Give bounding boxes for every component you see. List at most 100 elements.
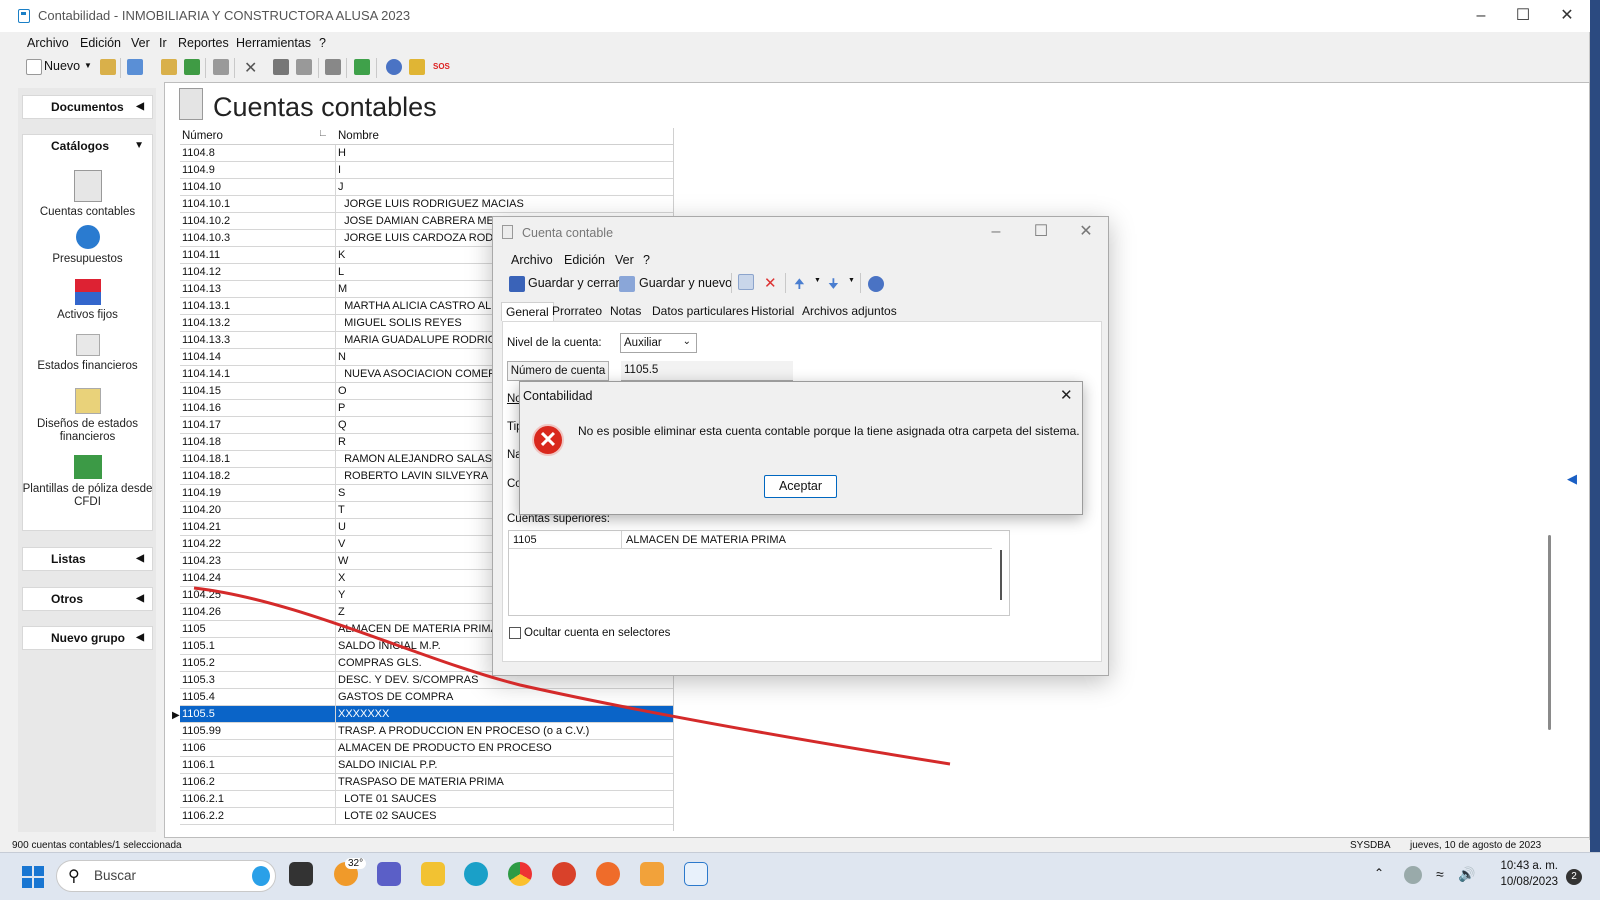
app-red-icon[interactable] (552, 862, 576, 886)
refresh-icon[interactable] (354, 59, 370, 75)
table-row[interactable]: 1105.4 GASTOS DE COMPRA (180, 689, 674, 706)
file-explorer-icon[interactable] (421, 862, 445, 886)
catalog-item-estados[interactable]: Estados financieros (22, 334, 153, 373)
nav-group-otros[interactable]: Otros ◀ (22, 587, 153, 611)
menu-ver[interactable]: Ver (131, 36, 150, 50)
table-row[interactable]: 1104.9 I (180, 162, 674, 179)
edit-icon[interactable] (738, 274, 754, 290)
column-header-nombre[interactable]: Nombre (338, 130, 668, 142)
dialog-minimize-icon[interactable]: – (973, 220, 1019, 244)
chart-app-icon[interactable] (640, 862, 664, 886)
menu-edicion[interactable]: Edición (80, 36, 121, 50)
accept-button[interactable]: Aceptar (764, 475, 837, 498)
menu-ir[interactable]: Ir (159, 36, 167, 50)
close-icon[interactable]: ✕ (1060, 386, 1073, 404)
table-row[interactable]: 1105.99 TRASP. A PRODUCCION EN PROCESO (o… (180, 723, 674, 740)
dialog-close-icon[interactable]: ✕ (1063, 220, 1109, 244)
scrollbar-thumb[interactable] (1000, 550, 1002, 600)
send-icon[interactable] (127, 59, 143, 75)
table-row[interactable]: 1106 ALMACEN DE PRODUCTO EN PROCESO (180, 740, 674, 757)
numero-cuenta-field[interactable]: 1105.5 (621, 361, 793, 381)
dialog-menu-ver[interactable]: Ver (615, 253, 634, 267)
catalog-item-activos[interactable]: Activos fijos (22, 279, 153, 322)
new-document-icon[interactable] (26, 59, 42, 75)
delete-icon[interactable]: ✕ (244, 58, 257, 78)
home-icon[interactable] (325, 59, 341, 75)
column-header-numero[interactable]: Número (182, 130, 332, 142)
help-icon[interactable] (386, 59, 402, 75)
tab-archivos-adjuntos[interactable]: Archivos adjuntos (798, 302, 901, 321)
dropdown-icon[interactable]: ▼ (848, 277, 855, 284)
firefox-icon[interactable] (596, 862, 620, 886)
new-dropdown-icon[interactable]: ▼ (84, 61, 92, 70)
nav-group-nuevo[interactable]: Nuevo grupo ◀ (22, 626, 153, 650)
menu-reportes[interactable]: Reportes (178, 36, 229, 50)
tab-notas[interactable]: Notas (606, 302, 645, 321)
list-item[interactable]: 1105 ALMACEN DE MATERIA PRIMA (509, 531, 992, 549)
folder-move-icon[interactable] (161, 59, 177, 75)
minimize-icon[interactable]: – (1458, 4, 1504, 28)
table-row[interactable]: 1106.2.2 LOTE 02 SAUCES (180, 808, 674, 825)
clock-date[interactable]: 10/08/2023 (1493, 876, 1558, 888)
menu-archivo[interactable]: Archivo (27, 36, 69, 50)
notification-badge[interactable]: 2 (1566, 869, 1582, 885)
wifi-icon[interactable]: ≈ (1436, 866, 1444, 882)
tab-historial[interactable]: Historial (747, 302, 798, 321)
scrollbar-thumb[interactable] (1548, 535, 1551, 730)
catalog-item-plantillas[interactable]: Plantillas de póliza desde CFDI (22, 455, 153, 509)
tips-icon[interactable] (409, 59, 425, 75)
table-row[interactable]: 1105.5 XXXXXXX (180, 706, 674, 723)
find-next-icon[interactable] (296, 59, 312, 75)
nivel-select[interactable]: Auxiliar ⌄ (620, 333, 697, 353)
menu-herramientas[interactable]: Herramientas (236, 36, 311, 50)
catalog-item-cuentas[interactable]: Cuentas contables (22, 170, 153, 219)
table-row[interactable]: 1106.2.1 LOTE 01 SAUCES (180, 791, 674, 808)
dialog-maximize-icon[interactable]: ☐ (1018, 220, 1064, 244)
close-icon[interactable]: ✕ (1544, 4, 1590, 28)
windows-start-icon[interactable] (22, 866, 44, 888)
edge-icon[interactable] (464, 862, 488, 886)
nav-group-catalogos[interactable]: Catálogos ▼ (22, 134, 153, 158)
table-row[interactable]: 1104.8 H (180, 145, 674, 162)
save-new-button[interactable]: Guardar y nuevo (639, 276, 732, 290)
nav-group-documentos[interactable]: Documentos ◀ (22, 95, 153, 119)
catalog-item-presupuestos[interactable]: Presupuestos (22, 225, 153, 266)
dialog-menu-archivo[interactable]: Archivo (511, 253, 553, 267)
help-icon[interactable] (868, 276, 884, 292)
catalog-item-disenos[interactable]: Diseños de estados financieros (22, 388, 153, 444)
tab-general[interactable]: General (501, 302, 554, 321)
chrome-icon[interactable] (508, 862, 532, 886)
table-row[interactable]: 1106.1 SALDO INICIAL P.P. (180, 757, 674, 774)
chevron-up-icon[interactable]: ⌃ (1374, 866, 1384, 880)
volume-icon[interactable]: 🔊 (1458, 866, 1475, 883)
sos-button[interactable]: SOS (433, 62, 450, 71)
print-icon[interactable] (213, 59, 229, 75)
task-view-icon[interactable] (289, 862, 313, 886)
bing-icon[interactable] (252, 866, 270, 886)
clock-time[interactable]: 10:43 a. m. (1498, 860, 1558, 872)
open-folder-icon[interactable] (100, 59, 116, 75)
dialog-menu-help[interactable]: ? (643, 253, 650, 267)
dropdown-icon[interactable]: ▼ (814, 277, 821, 284)
delete-icon[interactable]: ✕ (764, 274, 777, 292)
teams-chat-icon[interactable] (377, 862, 401, 886)
table-row[interactable]: 1106.2 TRASPASO DE MATERIA PRIMA (180, 774, 674, 791)
maximize-icon[interactable]: ☐ (1500, 4, 1546, 28)
menu-help[interactable]: ? (319, 36, 326, 50)
table-row[interactable]: 1104.10 J (180, 179, 674, 196)
find-icon[interactable] (273, 59, 289, 75)
tab-prorrateo[interactable]: Prorrateo (548, 302, 606, 321)
sync-icon[interactable] (1404, 866, 1422, 884)
taskbar-search-box[interactable] (56, 860, 276, 892)
numero-cuenta-button[interactable]: Número de cuenta (507, 361, 609, 381)
table-row[interactable]: 1104.10.1 JORGE LUIS RODRIGUEZ MACIAS (180, 196, 674, 213)
nav-group-listas[interactable]: Listas ◀ (22, 547, 153, 571)
ocultar-checkbox[interactable] (509, 627, 521, 639)
spreadsheet-icon[interactable] (184, 59, 200, 75)
previous-arrow-icon[interactable]: 🠉 (794, 275, 805, 297)
contabilidad-taskbar-icon[interactable] (684, 862, 708, 886)
tab-datos-particulares[interactable]: Datos particulares (648, 302, 753, 321)
save-close-button[interactable]: Guardar y cerrar (528, 276, 620, 290)
side-arrow-icon[interactable]: ◀ (1567, 471, 1577, 487)
next-arrow-icon[interactable]: 🠋 (828, 275, 839, 297)
